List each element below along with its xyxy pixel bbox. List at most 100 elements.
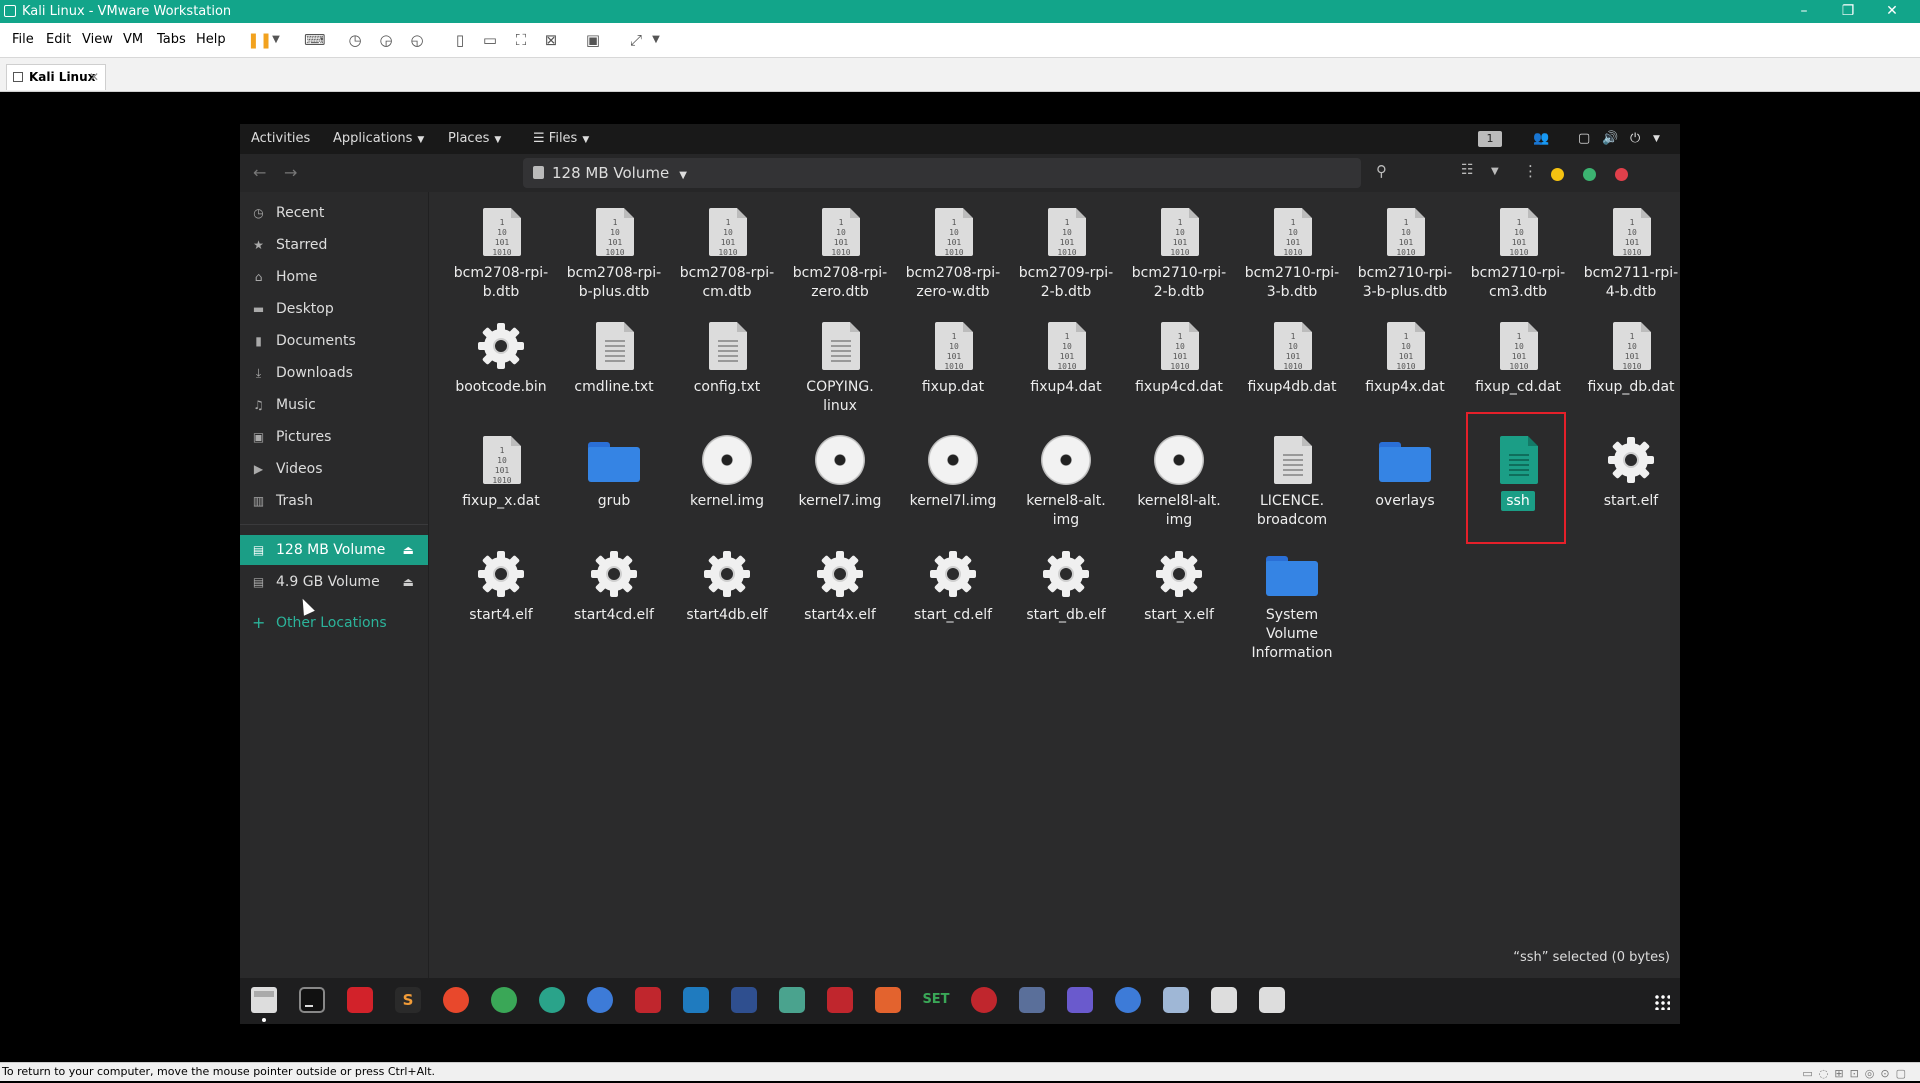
- file-item[interactable]: System Volume Information: [1242, 548, 1342, 661]
- x-app-icon[interactable]: [1019, 987, 1045, 1013]
- sublime-app-icon[interactable]: S: [395, 987, 421, 1013]
- file-item[interactable]: 1 10 101 1010 fixup_db.dat: [1581, 320, 1680, 428]
- eject-icon[interactable]: ⏏: [403, 535, 414, 565]
- file-item[interactable]: kernel8-alt. img: [1016, 434, 1116, 542]
- file-item[interactable]: 1 10 101 1010 bcm2708-rpi- zero-w.dtb: [903, 206, 1003, 314]
- minimize-button[interactable]: –: [1784, 0, 1824, 23]
- sidebar-item-pictures[interactable]: ▣ Pictures: [240, 422, 428, 452]
- usb2-app-icon[interactable]: [1259, 987, 1285, 1013]
- file-item[interactable]: 1 10 101 1010 bcm2710-rpi- 3-b-plus.dtb: [1355, 206, 1455, 314]
- minimize-dot-icon[interactable]: [1551, 168, 1564, 181]
- thumbnail-icon[interactable]: ▭: [481, 31, 499, 49]
- close-tab-icon[interactable]: ✕: [89, 65, 99, 89]
- file-item[interactable]: 1 10 101 1010 bcm2710-rpi- 3-b.dtb: [1242, 206, 1342, 314]
- file-item[interactable]: 1 10 101 1010 bcm2710-rpi- cm3.dtb: [1468, 206, 1568, 314]
- file-item[interactable]: 1 10 101 1010 fixup4x.dat: [1355, 320, 1455, 428]
- forward-arrow-icon[interactable]: →: [284, 163, 297, 182]
- file-item[interactable]: 1 10 101 1010 bcm2711-rpi- 4-b.dtb: [1581, 206, 1680, 314]
- sidebar-item-128mb-volume[interactable]: ▤ 128 MB Volume ⏏: [240, 535, 428, 565]
- burp-app-icon[interactable]: [875, 987, 901, 1013]
- sidebar-item-music[interactable]: ♫ Music: [240, 390, 428, 420]
- kebab-menu-icon[interactable]: ⋮: [1523, 162, 1538, 180]
- file-item[interactable]: COPYING. linux: [790, 320, 890, 428]
- files-app-icon[interactable]: [251, 987, 277, 1013]
- power-icon[interactable]: ⏻: [1630, 124, 1640, 154]
- volume-icon[interactable]: 🔊: [1602, 124, 1618, 154]
- stretch-icon[interactable]: ⤢: [627, 31, 645, 49]
- menu-edit[interactable]: Edit: [46, 32, 71, 47]
- file-item[interactable]: LICENCE. broadcom: [1242, 434, 1342, 542]
- menu-file[interactable]: File: [12, 32, 34, 47]
- chrome-app-icon[interactable]: [491, 987, 517, 1013]
- terminal-app-icon[interactable]: [299, 987, 325, 1013]
- wireshark-app-icon[interactable]: [683, 987, 709, 1013]
- file-item-selected[interactable]: ssh: [1466, 412, 1568, 544]
- file-item[interactable]: 1 10 101 1010 fixup.dat: [903, 320, 1003, 428]
- sidebar-item-documents[interactable]: ▮ Documents: [240, 326, 428, 356]
- fullscreen-icon[interactable]: ⛶: [512, 31, 530, 49]
- revert-snapshot-icon[interactable]: ◶: [377, 31, 395, 49]
- back-arrow-icon[interactable]: ←: [253, 163, 266, 182]
- applications-menu[interactable]: Applications ▼: [333, 124, 424, 155]
- maltego-app-icon[interactable]: [539, 987, 565, 1013]
- owasp-app-icon[interactable]: [779, 987, 805, 1013]
- close-dot-icon[interactable]: [1615, 168, 1628, 181]
- list-view-icon[interactable]: ☷: [1461, 162, 1474, 178]
- file-item[interactable]: start4db.elf: [677, 548, 777, 656]
- sidebar-item-videos[interactable]: ▶ Videos: [240, 454, 428, 484]
- file-item[interactable]: 1 10 101 1010 bcm2708-rpi- b-plus.dtb: [564, 206, 664, 314]
- eject-icon[interactable]: ⏏: [403, 567, 414, 597]
- monitor-app-icon[interactable]: [1067, 987, 1093, 1013]
- menu-view[interactable]: View: [82, 32, 113, 47]
- sidebar-item-home[interactable]: ⌂ Home: [240, 262, 428, 292]
- snapshot-icon[interactable]: ◷: [346, 31, 364, 49]
- chevron-down-icon[interactable]: ▼: [267, 31, 285, 49]
- chevron-down-icon[interactable]: ▼: [1653, 124, 1660, 154]
- maximize-dot-icon[interactable]: [1583, 168, 1596, 181]
- sidebar-toggle-icon[interactable]: ▯: [451, 31, 469, 49]
- sidebar-item-4-9gb-volume[interactable]: ▤ 4.9 GB Volume ⏏: [240, 567, 428, 597]
- usb-app-icon[interactable]: [1211, 987, 1237, 1013]
- sidebar-item-starred[interactable]: ★ Starred: [240, 230, 428, 260]
- zap-app-icon[interactable]: [635, 987, 661, 1013]
- send-keys-icon[interactable]: ⌨: [304, 31, 326, 49]
- snapshot-manager-icon[interactable]: ◵: [408, 31, 426, 49]
- file-item[interactable]: 1 10 101 1010 fixup4cd.dat: [1129, 320, 1229, 428]
- red-app-icon[interactable]: [347, 987, 373, 1013]
- show-apps-grid-icon[interactable]: [1654, 994, 1670, 1010]
- file-item[interactable]: start_cd.elf: [903, 548, 1003, 656]
- menu-tabs[interactable]: Tabs: [157, 32, 186, 47]
- places-menu[interactable]: Places ▼: [448, 124, 501, 155]
- file-item[interactable]: 1 10 101 1010 fixup_x.dat: [451, 434, 551, 542]
- file-item[interactable]: start4cd.elf: [564, 548, 664, 656]
- workspace-indicator[interactable]: 1: [1478, 131, 1502, 147]
- chevron-down-icon[interactable]: ▼: [647, 31, 665, 49]
- tab-kali-linux[interactable]: Kali Linux ✕: [6, 64, 106, 90]
- tweaks-app-icon[interactable]: [1163, 987, 1189, 1013]
- sidebar-item-other-locations[interactable]: + Other Locations: [240, 608, 428, 638]
- restore-button[interactable]: ❐: [1828, 0, 1868, 23]
- file-item[interactable]: 1 10 101 1010 bcm2709-rpi- 2-b.dtb: [1016, 206, 1116, 314]
- file-item[interactable]: 1 10 101 1010 fixup4db.dat: [1242, 320, 1342, 428]
- search-icon[interactable]: ⚲: [1376, 162, 1387, 180]
- file-item[interactable]: config.txt: [677, 320, 777, 428]
- file-item[interactable]: grub: [564, 434, 664, 542]
- file-item[interactable]: start4x.elf: [790, 548, 890, 656]
- file-item[interactable]: 1 10 101 1010 bcm2708-rpi- cm.dtb: [677, 206, 777, 314]
- file-item[interactable]: start_x.elf: [1129, 548, 1229, 656]
- file-item[interactable]: cmdline.txt: [564, 320, 664, 428]
- location-path-bar[interactable]: 128 MB Volume ▼: [523, 158, 1361, 188]
- files-menu[interactable]: ☰ Files ▼: [533, 124, 589, 155]
- file-item[interactable]: overlays: [1355, 434, 1455, 542]
- sidebar-item-downloads[interactable]: ⤓ Downloads: [240, 358, 428, 388]
- red-hat-app-icon[interactable]: [827, 987, 853, 1013]
- sidebar-item-recent[interactable]: ◷ Recent: [240, 198, 428, 228]
- display-icon[interactable]: ▢: [1578, 124, 1590, 154]
- file-item[interactable]: 1 10 101 1010 fixup4.dat: [1016, 320, 1116, 428]
- settings-app-icon[interactable]: [1115, 987, 1141, 1013]
- file-item[interactable]: kernel.img: [677, 434, 777, 542]
- file-item[interactable]: 1 10 101 1010 bcm2710-rpi- 2-b.dtb: [1129, 206, 1229, 314]
- chevron-down-icon[interactable]: ▼: [1491, 166, 1499, 177]
- eye-app-icon[interactable]: [587, 987, 613, 1013]
- file-item[interactable]: start4.elf: [451, 548, 551, 656]
